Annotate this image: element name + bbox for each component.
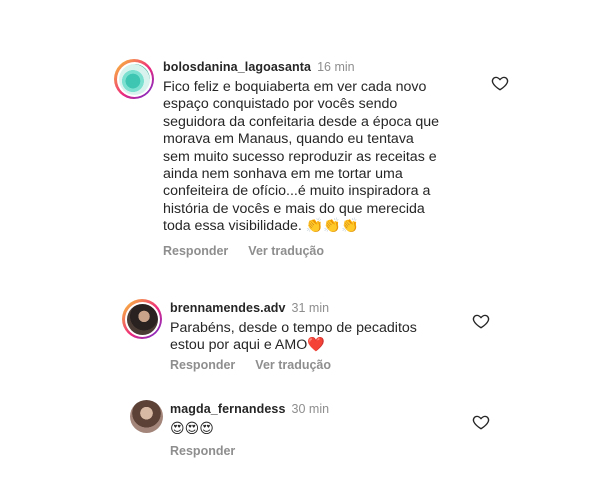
see-translation-button[interactable]: Ver tradução [255,358,331,372]
heart-outline-icon[interactable] [472,413,490,431]
username[interactable]: magda_fernandess [170,402,286,416]
avatar[interactable] [130,400,163,433]
comment-actions: Responder Ver tradução [170,358,351,372]
comment-header: brennamendes.adv 31 min [170,301,329,315]
profile-picture [130,400,163,433]
comment-text: Fico feliz e boquiaberta em ver cada nov… [163,79,440,235]
profile-picture [126,303,158,335]
timestamp: 31 min [291,301,330,315]
profile-picture [118,63,150,95]
avatar[interactable] [122,299,162,339]
comment-header: bolosdanina_lagoasanta 16 min [163,60,355,74]
timestamp: 30 min [291,402,330,416]
avatar[interactable] [114,59,154,99]
heart-outline-icon[interactable] [491,74,509,92]
comment-text: 😍😍😍 [170,421,214,437]
comment-text: Parabéns, desde o tempo de pecaditos est… [170,320,417,354]
heart-outline-icon[interactable] [472,312,490,330]
comment-header: magda_fernandess 30 min [170,402,329,416]
reply-button[interactable]: Responder [170,358,235,372]
comment-actions: Responder [170,444,255,458]
reply-button[interactable]: Responder [170,444,235,458]
timestamp: 16 min [317,60,355,74]
comment-actions: Responder Ver tradução [163,244,344,258]
username[interactable]: brennamendes.adv [170,301,286,315]
see-translation-button[interactable]: Ver tradução [248,244,324,258]
reply-button[interactable]: Responder [163,244,228,258]
username[interactable]: bolosdanina_lagoasanta [163,60,311,74]
